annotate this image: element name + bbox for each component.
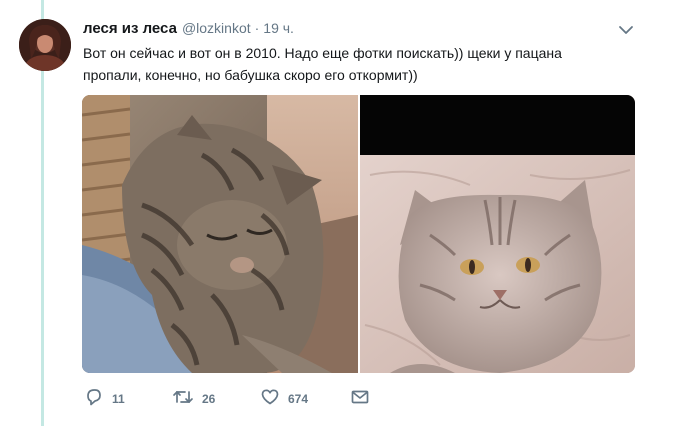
tweet-text: Вот он сейчас и вот он в 2010. Надо еще … bbox=[83, 42, 643, 86]
tweet-text-line: Вот он сейчас и вот он в 2010. Надо еще … bbox=[83, 45, 562, 61]
chevron-down-icon[interactable] bbox=[616, 22, 636, 38]
heart-icon bbox=[260, 387, 280, 412]
retweet-button[interactable]: 26 bbox=[172, 387, 260, 412]
tweet-text-line: пропали, конечно, но бабушка скоро его о… bbox=[83, 67, 418, 83]
avatar[interactable] bbox=[19, 19, 71, 71]
photo-cat-2010[interactable] bbox=[360, 95, 635, 373]
retweet-count: 26 bbox=[202, 392, 216, 406]
reply-count: 11 bbox=[112, 392, 125, 406]
tweet-header: леся из леса @lozkinkot · 19 ч. bbox=[83, 20, 294, 40]
user-handle[interactable]: @lozkinkot bbox=[182, 20, 251, 36]
display-name[interactable]: леся из леса bbox=[83, 20, 177, 37]
tweet-actions: 11 26 674 bbox=[84, 388, 380, 410]
photo-cat-now[interactable] bbox=[82, 95, 358, 373]
timestamp[interactable]: 19 ч. bbox=[263, 20, 294, 36]
like-button[interactable]: 674 bbox=[260, 387, 350, 412]
retweet-icon bbox=[172, 387, 194, 412]
reply-icon bbox=[84, 387, 104, 412]
tweet: леся из леса @lozkinkot · 19 ч. Вот он с… bbox=[0, 0, 676, 426]
envelope-icon bbox=[350, 387, 370, 412]
direct-message-button[interactable] bbox=[350, 387, 380, 412]
like-count: 674 bbox=[288, 392, 309, 406]
separator-dot: · bbox=[254, 20, 260, 36]
reply-button[interactable]: 11 bbox=[84, 387, 172, 412]
media-grid bbox=[82, 95, 635, 373]
